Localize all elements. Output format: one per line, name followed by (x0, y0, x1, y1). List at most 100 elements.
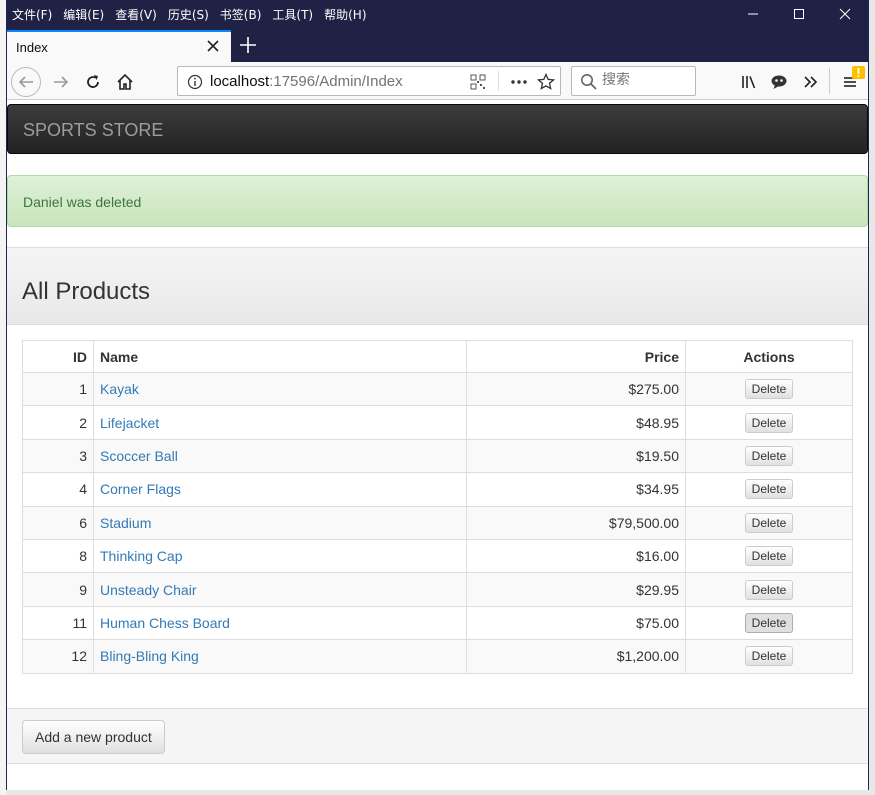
speech-bubble-icon (771, 75, 787, 89)
window-controls (730, 0, 868, 28)
product-name-link[interactable]: Scoccer Ball (100, 448, 178, 464)
library-icon (742, 76, 756, 89)
back-button[interactable] (11, 67, 41, 97)
close-window-button[interactable] (822, 0, 868, 28)
table-row: 8 Thinking Cap $16.00 Delete (22, 538, 853, 574)
menu-tools[interactable]: 工具(T) (272, 6, 313, 23)
products-table: ID Name Price Actions 1 Kayak $275.00 De… (22, 340, 853, 674)
maximize-icon (794, 9, 804, 19)
product-price: $29.95 (466, 572, 686, 607)
forward-button[interactable] (47, 68, 75, 96)
delete-button[interactable]: Delete (744, 579, 794, 600)
library-button[interactable] (735, 68, 763, 96)
overflow-button[interactable] (797, 68, 825, 96)
product-name-cell: Unsteady Chair (93, 572, 467, 607)
back-arrow-icon (18, 76, 33, 88)
product-price: $1,200.00 (466, 639, 686, 674)
delete-button[interactable]: Delete (744, 612, 794, 633)
menu-history[interactable]: 历史(S) (168, 6, 209, 23)
product-actions: Delete (685, 605, 853, 641)
page-actions-icon[interactable] (510, 74, 528, 90)
home-button[interactable] (111, 68, 139, 96)
address-bar[interactable]: localhost:17596/Admin/Index (177, 66, 561, 96)
product-price: $75.00 (466, 605, 686, 641)
reload-button[interactable] (79, 68, 107, 96)
page-content: SPORTS STORE Daniel was deleted All Prod… (7, 100, 868, 790)
table-row: 2 Lifejacket $48.95 Delete (22, 405, 853, 440)
search-box[interactable] (571, 66, 696, 96)
product-name-link[interactable]: Stadium (100, 515, 151, 531)
menu-edit[interactable]: 编辑(E) (63, 6, 104, 23)
product-name-link[interactable]: Bling-Bling King (100, 648, 199, 664)
delete-button[interactable]: Delete (744, 512, 794, 533)
table-row: 3 Scoccer Ball $19.50 Delete (22, 438, 853, 474)
delete-button[interactable]: Delete (744, 479, 794, 500)
delete-button[interactable]: Delete (744, 646, 794, 667)
search-input[interactable] (602, 72, 692, 88)
product-price: $19.50 (466, 438, 686, 474)
chevron-double-right-icon (804, 76, 818, 88)
warning-badge-icon (852, 66, 865, 79)
product-price: $48.95 (466, 405, 686, 440)
qr-code-icon[interactable] (470, 74, 486, 90)
home-icon (117, 73, 133, 90)
success-alert: Daniel was deleted (7, 175, 868, 227)
product-id: 2 (22, 405, 94, 440)
minimize-button[interactable] (730, 0, 776, 28)
tab-title: Index (16, 39, 48, 55)
table-row: 11 Human Chess Board $75.00 Delete (22, 605, 853, 641)
delete-button[interactable]: Delete (744, 379, 794, 400)
bookmark-star-icon[interactable] (537, 73, 555, 91)
product-id: 6 (22, 505, 94, 540)
product-name-link[interactable]: Unsteady Chair (100, 582, 197, 598)
product-id: 3 (22, 438, 94, 474)
alert-message: Daniel was deleted (23, 194, 142, 210)
site-info-icon[interactable] (187, 74, 203, 90)
url-host: localhost (210, 73, 270, 90)
menu-bookmarks[interactable]: 书签(B) (220, 6, 262, 23)
product-name-cell: Thinking Cap (93, 538, 467, 574)
product-actions: Delete (685, 472, 853, 507)
product-name-link[interactable]: Kayak (100, 381, 139, 397)
product-name-link[interactable]: Thinking Cap (100, 548, 183, 564)
table-row: 6 Stadium $79,500.00 Delete (22, 505, 853, 540)
product-actions: Delete (685, 371, 853, 407)
product-id: 1 (22, 371, 94, 407)
delete-button[interactable]: Delete (744, 546, 794, 567)
product-actions: Delete (685, 438, 853, 474)
tab-close-icon[interactable] (205, 38, 221, 54)
menu-help[interactable]: 帮助(H) (324, 6, 366, 23)
table-header-row: ID Name Price Actions (22, 340, 853, 373)
add-product-button[interactable]: Add a new product (22, 720, 165, 754)
product-name-cell: Lifejacket (93, 405, 467, 440)
menu-file[interactable]: 文件(F) (12, 6, 52, 23)
title-bar: 文件(F) 编辑(E) 查看(V) 历史(S) 书签(B) 工具(T) 帮助(H… (7, 0, 868, 28)
product-price: $34.95 (466, 472, 686, 507)
browser-window: 文件(F) 编辑(E) 查看(V) 历史(S) 书签(B) 工具(T) 帮助(H… (6, 0, 869, 790)
product-name-link[interactable]: Corner Flags (100, 481, 181, 497)
table-row: 12 Bling-Bling King $1,200.00 Delete (22, 639, 853, 674)
product-id: 9 (22, 572, 94, 607)
column-header-actions: Actions (685, 340, 853, 373)
navigation-toolbar: localhost:17596/Admin/Index (7, 62, 868, 100)
chat-extension-button[interactable] (765, 68, 793, 96)
delete-button[interactable]: Delete (744, 412, 794, 433)
product-name-cell: Corner Flags (93, 472, 467, 507)
search-icon (581, 74, 597, 90)
toolbar-divider (829, 68, 830, 94)
panel-footer: Add a new product (7, 708, 868, 764)
column-header-id: ID (22, 340, 94, 373)
product-name-link[interactable]: Human Chess Board (100, 615, 230, 631)
product-actions: Delete (685, 572, 853, 607)
tab-index[interactable]: Index (7, 30, 231, 62)
brand-title[interactable]: SPORTS STORE (23, 120, 163, 141)
new-tab-plus-icon[interactable] (239, 36, 257, 54)
forward-arrow-icon (54, 76, 69, 88)
product-name-link[interactable]: Lifejacket (100, 415, 159, 431)
delete-button[interactable]: Delete (744, 445, 794, 466)
product-name-cell: Scoccer Ball (93, 438, 467, 474)
table-row: 9 Unsteady Chair $29.95 Delete (22, 572, 853, 607)
maximize-button[interactable] (776, 0, 822, 28)
menu-view[interactable]: 查看(V) (115, 6, 157, 23)
product-name-cell: Stadium (93, 505, 467, 540)
